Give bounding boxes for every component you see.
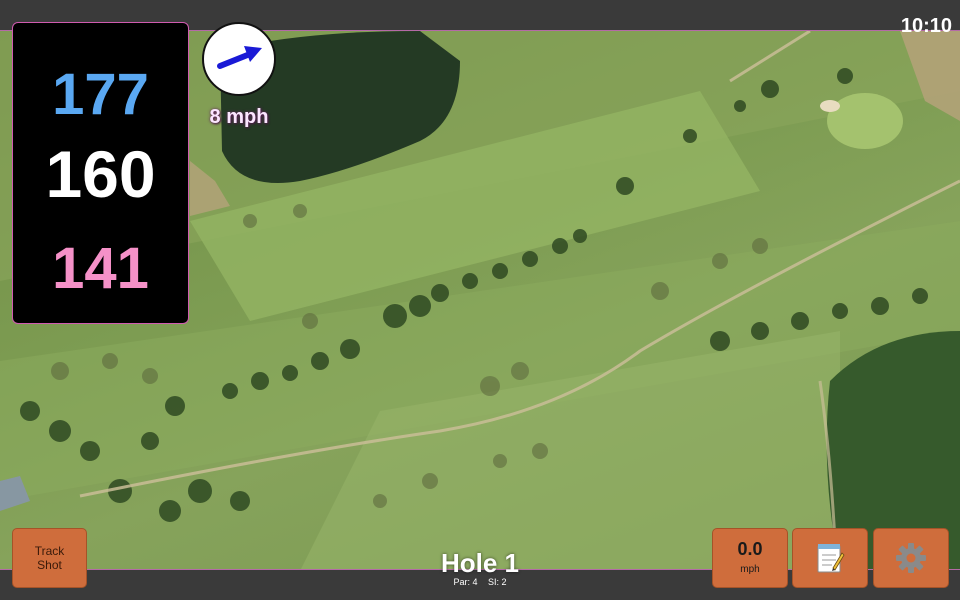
wind-direction-dial	[202, 22, 276, 96]
notes-button[interactable]	[792, 528, 868, 588]
wind-speed-label: 8 mph	[209, 106, 269, 128]
track-shot-label-line2: Shot	[37, 558, 62, 572]
track-shot-label-line1: Track	[34, 544, 65, 558]
status-clock: 10:10	[900, 15, 952, 37]
par-label: Par: 4	[453, 577, 478, 587]
front-distance: 141	[52, 236, 149, 301]
wind-arrow-icon	[217, 46, 262, 69]
track-shot-button[interactable]: Track Shot	[12, 528, 87, 588]
gear-icon	[896, 543, 926, 573]
speed-unit: mph	[740, 564, 760, 575]
hole-info: Par: 4 SI: 2	[400, 577, 560, 588]
stroke-index-label: SI: 2	[488, 577, 507, 587]
middle-distance: 160	[45, 137, 156, 211]
speed-value: 0.0	[737, 539, 763, 559]
notepad-icon	[817, 544, 845, 573]
speed-button[interactable]: 0.0 mph	[712, 528, 788, 588]
hole-title: Hole 1	[440, 548, 520, 578]
back-distance: 177	[52, 62, 149, 127]
settings-button[interactable]	[873, 528, 949, 588]
distance-panel: 177 160 141	[12, 22, 189, 324]
